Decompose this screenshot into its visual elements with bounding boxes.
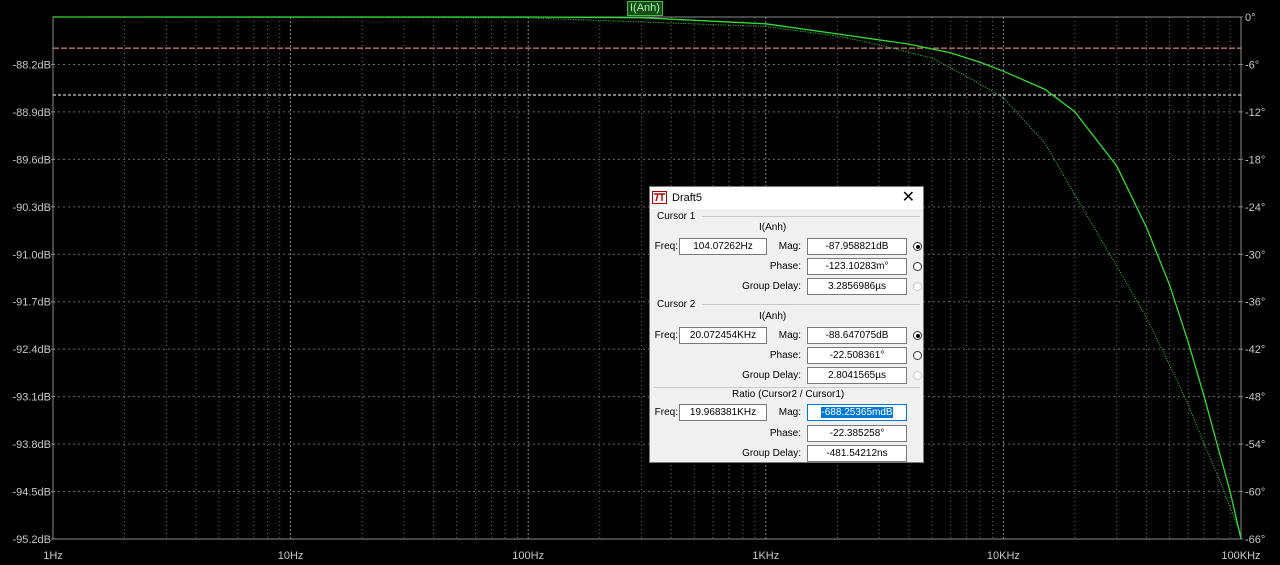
x-tick-label: 100Hz xyxy=(512,550,544,562)
left-tick-label: -88.9dB xyxy=(12,107,51,119)
cursor1-mag-radio[interactable] xyxy=(913,242,922,251)
left-tick-label: -94.5dB xyxy=(12,487,51,499)
cursor-dialog[interactable]: Draft5 ✕ Cursor 1 I(Anh) Freq: 104.07262… xyxy=(649,186,924,463)
plot-grid xyxy=(53,17,1241,539)
cursor2-freq-field[interactable]: 20.072454KHz xyxy=(679,327,767,344)
close-icon[interactable]: ✕ xyxy=(902,189,915,207)
right-tick-label: -48° xyxy=(1245,392,1265,404)
right-axis-ticks: 0° -6° -12° -18° -24° -30° -36° -42° -48° -54° -60… xyxy=(1239,12,1265,546)
left-tick-label: -93.1dB xyxy=(12,392,51,404)
bode-plot[interactable]: 1Hz 10Hz 100Hz 1KHz 10KHz 100KHz -88.2dB -88.9… xyxy=(0,0,1280,565)
x-tick-label: 10Hz xyxy=(278,550,304,562)
right-tick-label: 0° xyxy=(1245,12,1256,24)
cursor1-mag-label: Mag: xyxy=(778,241,801,252)
cursor1-mag-field[interactable]: -87.958821dB xyxy=(807,238,907,255)
separator xyxy=(702,216,920,217)
x-tick-label: 100KHz xyxy=(1221,550,1260,562)
x-tick-label: 1KHz xyxy=(752,550,779,562)
left-tick-label: -92.4dB xyxy=(12,344,51,356)
cursor2-mag-label: Mag: xyxy=(778,330,801,341)
cursor1-trace-name: I(Anh) xyxy=(759,222,787,233)
cursor1-heading: Cursor 1 xyxy=(657,211,696,222)
cursor2-mag-field[interactable]: -88.647075dB xyxy=(807,327,907,344)
left-tick-label: -90.3dB xyxy=(12,202,51,214)
right-tick-label: -24° xyxy=(1245,202,1265,214)
right-tick-label: -18° xyxy=(1245,154,1265,166)
cursor1-gd-label: Group Delay: xyxy=(742,281,801,292)
ratio-freq-field[interactable]: 19.968381KHz xyxy=(679,404,767,421)
cursor2-phase-label: Phase: xyxy=(769,350,801,361)
separator xyxy=(702,304,920,305)
cursor-lines[interactable] xyxy=(53,47,1241,96)
right-tick-label: -12° xyxy=(1245,107,1265,119)
x-tick-label: 10KHz xyxy=(987,550,1020,562)
x-tick-label: 1Hz xyxy=(43,550,63,562)
ratio-freq-label: Freq: xyxy=(654,407,678,418)
cursor2-gd-label: Group Delay: xyxy=(742,370,801,381)
cursor1-gd-radio[interactable] xyxy=(913,282,922,291)
cursor2-phase-radio[interactable] xyxy=(913,351,922,360)
dialog-title: Draft5 xyxy=(672,192,702,204)
ratio-mag-label: Mag: xyxy=(778,407,801,418)
cursor2-trace-name: I(Anh) xyxy=(759,311,787,322)
ratio-mag-field[interactable]: -688.25365mdB xyxy=(807,404,907,421)
trace-label[interactable]: I(Anh) xyxy=(627,1,663,16)
ratio-phase-label: Phase: xyxy=(769,428,801,439)
left-axis-ticks: -88.2dB -88.9dB -89.6dB -90.3dB -91.0dB -91.7… xyxy=(12,59,55,546)
cursor1-phase-label: Phase: xyxy=(769,261,801,272)
left-tick-label: -91.7dB xyxy=(12,297,51,309)
cursor2-gd-radio[interactable] xyxy=(913,371,922,380)
right-tick-label: -36° xyxy=(1245,297,1265,309)
right-tick-label: -30° xyxy=(1245,249,1265,261)
left-tick-label: -91.0dB xyxy=(12,249,51,261)
cursor2-heading: Cursor 2 xyxy=(657,299,696,310)
left-tick-label: -95.2dB xyxy=(12,534,51,546)
left-tick-label: -89.6dB xyxy=(12,154,51,166)
magnitude-trace xyxy=(53,16,1242,540)
cursor2-freq-label: Freq: xyxy=(654,330,678,341)
cursor1-freq-field[interactable]: 104.07262Hz xyxy=(679,238,767,255)
right-tick-label: -42° xyxy=(1245,344,1265,356)
ratio-phase-field[interactable]: -22.385258° xyxy=(807,425,907,442)
cursor2-mag-radio[interactable] xyxy=(913,331,922,340)
cursor1-phase-radio[interactable] xyxy=(913,262,922,271)
right-tick-label: -60° xyxy=(1245,487,1265,499)
dialog-titlebar[interactable]: Draft5 ✕ xyxy=(650,187,923,209)
ratio-gd-field[interactable]: -481.54212ns xyxy=(807,445,907,462)
separator xyxy=(654,387,920,388)
cursor2-gd-field[interactable]: 2.8041565µs xyxy=(807,367,907,384)
cursor1-phase-field[interactable]: -123.10283m° xyxy=(807,258,907,275)
x-axis-ticks: 1Hz 10Hz 100Hz 1KHz 10KHz 100KHz xyxy=(43,550,1260,562)
cursor1-freq-label: Freq: xyxy=(654,241,678,252)
series-layer xyxy=(52,16,1242,540)
ratio-gd-label: Group Delay: xyxy=(742,448,801,459)
cursor2-phase-field[interactable]: -22.508361° xyxy=(807,347,907,364)
left-tick-label: -88.2dB xyxy=(12,59,51,71)
cursor1-gd-field[interactable]: 3.2856986µs xyxy=(807,278,907,295)
ratio-heading: Ratio (Cursor2 / Cursor1) xyxy=(732,389,845,400)
phase-trace xyxy=(52,16,1242,536)
plot-frame xyxy=(52,16,1242,540)
ltspice-app-icon xyxy=(652,191,667,204)
right-tick-label: -66° xyxy=(1245,534,1265,546)
right-tick-label: -54° xyxy=(1245,439,1265,451)
right-tick-label: -6° xyxy=(1245,59,1259,71)
left-tick-label: -93.8dB xyxy=(12,439,51,451)
